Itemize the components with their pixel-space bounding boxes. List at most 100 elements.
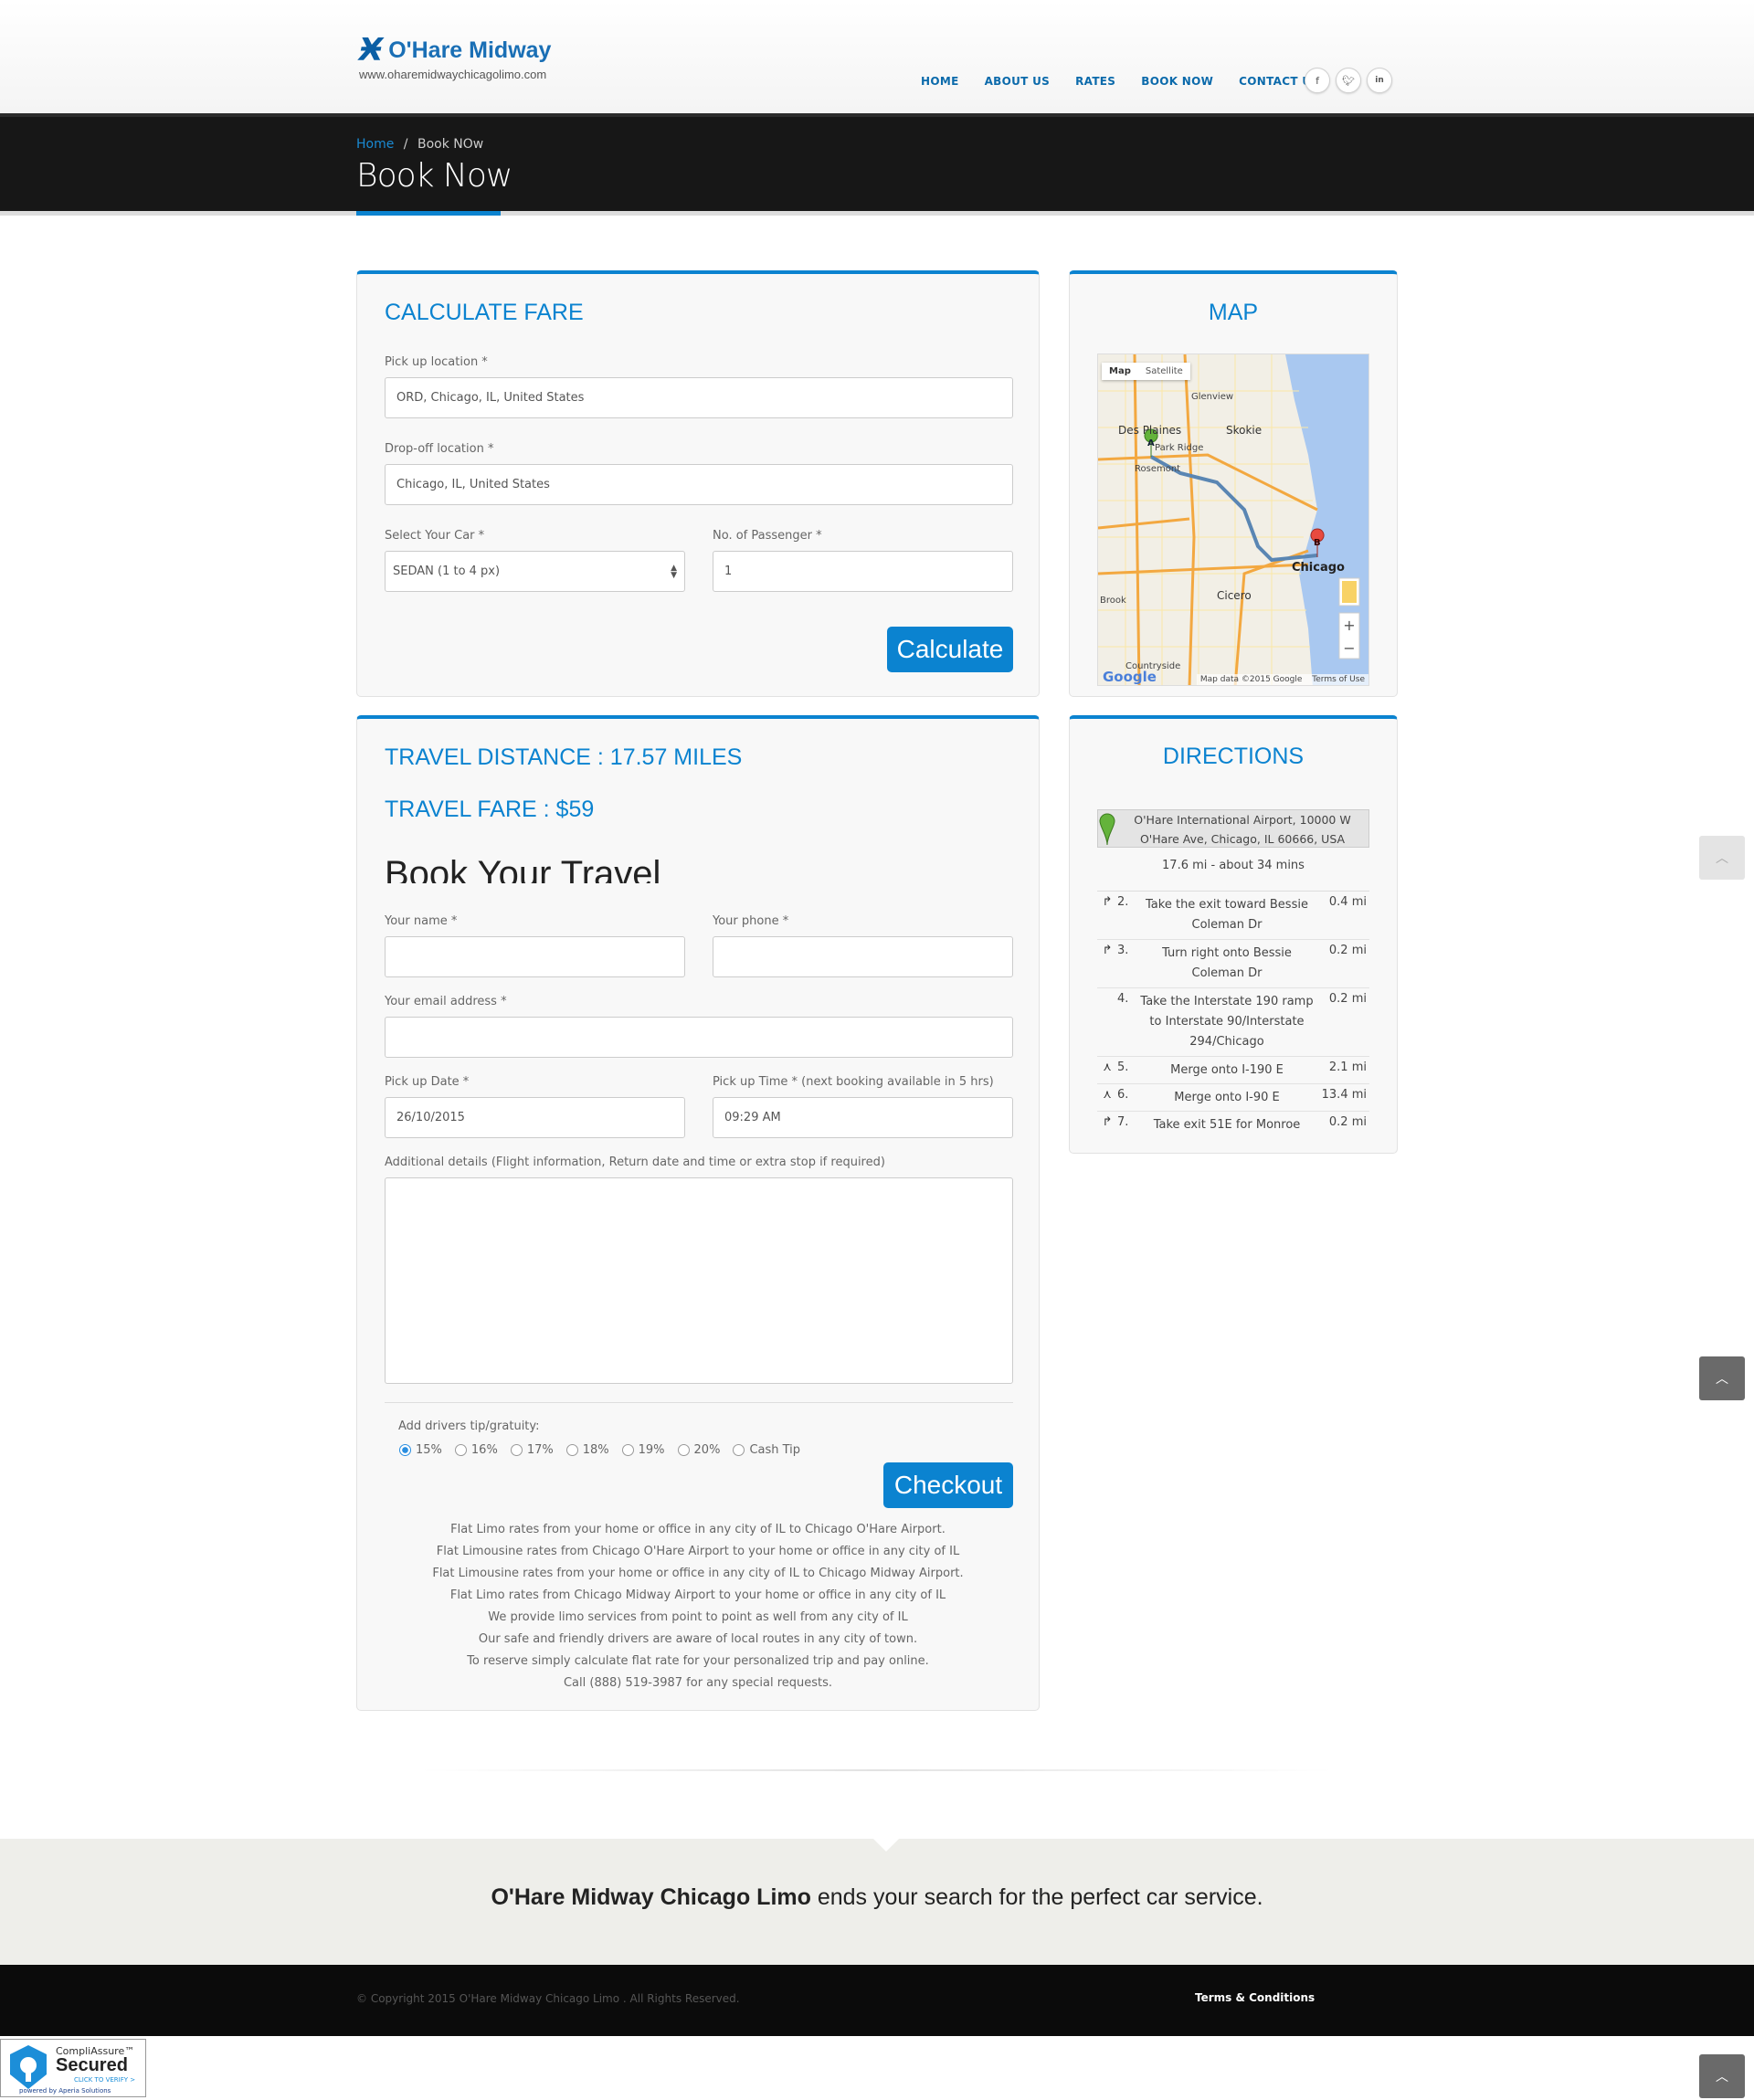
twitter-icon[interactable]: 🐦︎ bbox=[1336, 68, 1361, 93]
tip-option-16[interactable]: 16% bbox=[454, 1443, 498, 1457]
tip-label: Add drivers tip/gratuity: bbox=[398, 1419, 540, 1433]
details-label: Additional details (Flight information, … bbox=[385, 1156, 885, 1169]
map-attribution: Map data ©2015 Google Terms of Use bbox=[1196, 674, 1368, 685]
terms-link[interactable]: Terms & Conditions bbox=[1195, 1991, 1315, 2004]
breadcrumb-home[interactable]: Home bbox=[356, 137, 394, 152]
map-label: Des Plaines bbox=[1118, 424, 1182, 437]
promo-line: We provide limo services from point to p… bbox=[488, 1610, 908, 1624]
logo-mark-icon: Ӿ bbox=[359, 32, 384, 69]
chevron-up-icon: ︿ bbox=[1716, 2070, 1728, 2084]
tip-option-15[interactable]: 15% bbox=[399, 1443, 442, 1457]
passenger-input[interactable]: 1 bbox=[713, 551, 1013, 592]
direction-step: ↱ 2. Take the exit toward Bessie Coleman… bbox=[1097, 891, 1369, 939]
direction-step: 4. Take the Interstate 190 ramp to Inter… bbox=[1097, 987, 1369, 1056]
date-input[interactable]: 26/10/2015 bbox=[385, 1097, 685, 1138]
direction-step: ⋏ 5. Merge onto I-190 E 2.1 mi bbox=[1097, 1056, 1369, 1083]
tip-option-17[interactable]: 17% bbox=[510, 1443, 554, 1457]
map-terms-link[interactable]: Terms of Use bbox=[1312, 675, 1365, 684]
map-label: Cicero bbox=[1217, 589, 1252, 602]
radio-icon bbox=[510, 1444, 523, 1456]
scroll-top-button[interactable]: ︿ bbox=[1699, 2054, 1745, 2098]
marker-a-icon bbox=[1099, 813, 1115, 846]
google-logo: Google bbox=[1103, 669, 1157, 685]
merge-icon: ⋏ bbox=[1103, 1061, 1112, 1074]
tip-option-20[interactable]: 20% bbox=[677, 1443, 720, 1457]
dropoff-input[interactable]: Chicago, IL, United States bbox=[385, 464, 1013, 505]
linkedin-icon[interactable]: in bbox=[1367, 68, 1392, 93]
security-badge[interactable]: CompliAssure™ Secured CLICK TO VERIFY > … bbox=[0, 2039, 146, 2097]
site-logo[interactable]: Ӿ O'Hare Midway www.oharemidwaychicagoli… bbox=[359, 35, 551, 81]
merge-icon: ⋏ bbox=[1103, 1088, 1112, 1102]
strip-arrow bbox=[872, 1838, 900, 1852]
exit-right-icon: ↱ bbox=[1102, 895, 1113, 909]
title-underline bbox=[356, 211, 501, 216]
map-type-control: Map Satellite bbox=[1102, 363, 1190, 380]
shield-icon bbox=[10, 2045, 47, 2089]
details-textarea[interactable] bbox=[385, 1177, 1013, 1384]
map-label: Chicago bbox=[1292, 561, 1345, 575]
direction-step: ↱ 3. Turn right onto Bessie Coleman Dr 0… bbox=[1097, 939, 1369, 987]
passenger-label: No. of Passenger * bbox=[713, 529, 822, 543]
radio-icon bbox=[565, 1444, 578, 1456]
nav-home[interactable]: HOME bbox=[921, 75, 959, 88]
map-tab-map[interactable]: Map bbox=[1102, 363, 1138, 380]
time-label: Pick up Time * (next booking available i… bbox=[713, 1075, 994, 1089]
promo-text: Flat Limo rates from your home or office… bbox=[356, 1519, 1040, 1694]
zoom-in-icon[interactable]: + bbox=[1339, 617, 1359, 634]
nav-book-now[interactable]: BOOK NOW bbox=[1141, 75, 1213, 88]
map-label: Skokie bbox=[1226, 424, 1263, 437]
breadcrumb: Home / Book NOw bbox=[356, 137, 483, 152]
phone-label: Your phone * bbox=[713, 914, 789, 928]
badge-cta: CLICK TO VERIFY > bbox=[74, 2076, 136, 2084]
radio-icon bbox=[677, 1444, 690, 1456]
tagline: O'Hare Midway Chicago Limo ends your sea… bbox=[0, 1884, 1754, 1911]
time-input[interactable]: 09:29 AM bbox=[713, 1097, 1013, 1138]
site-footer: © Copyright 2015 O'Hare Midway Chicago L… bbox=[0, 1965, 1754, 2036]
map-tab-satellite[interactable]: Satellite bbox=[1138, 363, 1190, 380]
map-data-label: Map data ©2015 Google bbox=[1199, 675, 1303, 684]
calculate-button[interactable]: Calculate bbox=[887, 627, 1013, 672]
divider bbox=[385, 1402, 1013, 1403]
logo-url: www.oharemidwaychicagolimo.com bbox=[359, 68, 547, 81]
directions-summary: 17.6 mi - about 34 mins bbox=[1162, 859, 1305, 872]
route-map[interactable]: Map Satellite Glenview Des Plaines Skoki… bbox=[1097, 354, 1369, 686]
directions-heading: DIRECTIONS bbox=[1162, 744, 1305, 769]
tip-option-18[interactable]: 18% bbox=[565, 1443, 609, 1457]
zoom-out-icon[interactable]: − bbox=[1339, 639, 1359, 657]
direction-step: ⋏ 6. Merge onto I-90 E 13.4 mi bbox=[1097, 1083, 1369, 1111]
social-links: f 🐦︎ in bbox=[1305, 68, 1392, 93]
map-label: Glenview bbox=[1191, 392, 1234, 402]
chevron-up-icon: ︿ bbox=[1716, 1372, 1728, 1387]
exit-right-icon: ↱ bbox=[1102, 1115, 1113, 1129]
breadcrumb-separator: / bbox=[403, 137, 408, 152]
tip-option-19[interactable]: 19% bbox=[621, 1443, 665, 1457]
site-header: Ӿ O'Hare Midway www.oharemidwaychicagoli… bbox=[0, 0, 1754, 117]
tip-option-cash[interactable]: Cash Tip bbox=[733, 1443, 800, 1457]
book-travel-heading-clip: Book Your Travel bbox=[385, 845, 841, 883]
radio-icon bbox=[454, 1444, 467, 1456]
directions-origin: O'Hare International Airport, 10000 W O'… bbox=[1097, 809, 1369, 848]
scroll-top-button[interactable]: ︿ bbox=[1699, 836, 1745, 880]
select-arrows-icon: ▲ ▼ bbox=[671, 563, 677, 580]
pickup-input[interactable]: ORD, Chicago, IL, United States bbox=[385, 377, 1013, 418]
scroll-top-button[interactable]: ︿ bbox=[1699, 1356, 1745, 1400]
name-input[interactable] bbox=[385, 936, 685, 977]
calculate-fare-heading: CALCULATE FARE bbox=[385, 300, 584, 325]
phone-input[interactable] bbox=[713, 936, 1013, 977]
car-select[interactable]: SEDAN (1 to 4 px) ▲ ▼ bbox=[385, 551, 685, 592]
car-label: Select Your Car * bbox=[385, 529, 485, 543]
promo-line: Flat Limousine rates from Chicago O'Hare… bbox=[436, 1545, 960, 1558]
checkout-button[interactable]: Checkout bbox=[883, 1462, 1013, 1508]
promo-line: Flat Limousine rates from your home or o… bbox=[432, 1567, 964, 1580]
turn-right-icon: ↱ bbox=[1102, 944, 1113, 957]
nav-rates[interactable]: RATES bbox=[1075, 75, 1115, 88]
marker-a-label: A bbox=[1147, 438, 1155, 448]
facebook-icon[interactable]: f bbox=[1305, 68, 1330, 93]
nav-about-us[interactable]: ABOUT US bbox=[985, 75, 1051, 88]
email-input[interactable] bbox=[385, 1017, 1013, 1058]
tip-options: 15% 16% 17% 18% 19% 20% Cash Tip bbox=[399, 1443, 800, 1457]
radio-icon bbox=[733, 1444, 745, 1456]
pickup-label: Pick up location * bbox=[385, 355, 488, 369]
car-select-value: SEDAN (1 to 4 px) bbox=[393, 565, 501, 578]
promo-line: Call (888) 519-3987 for any special requ… bbox=[563, 1676, 833, 1690]
